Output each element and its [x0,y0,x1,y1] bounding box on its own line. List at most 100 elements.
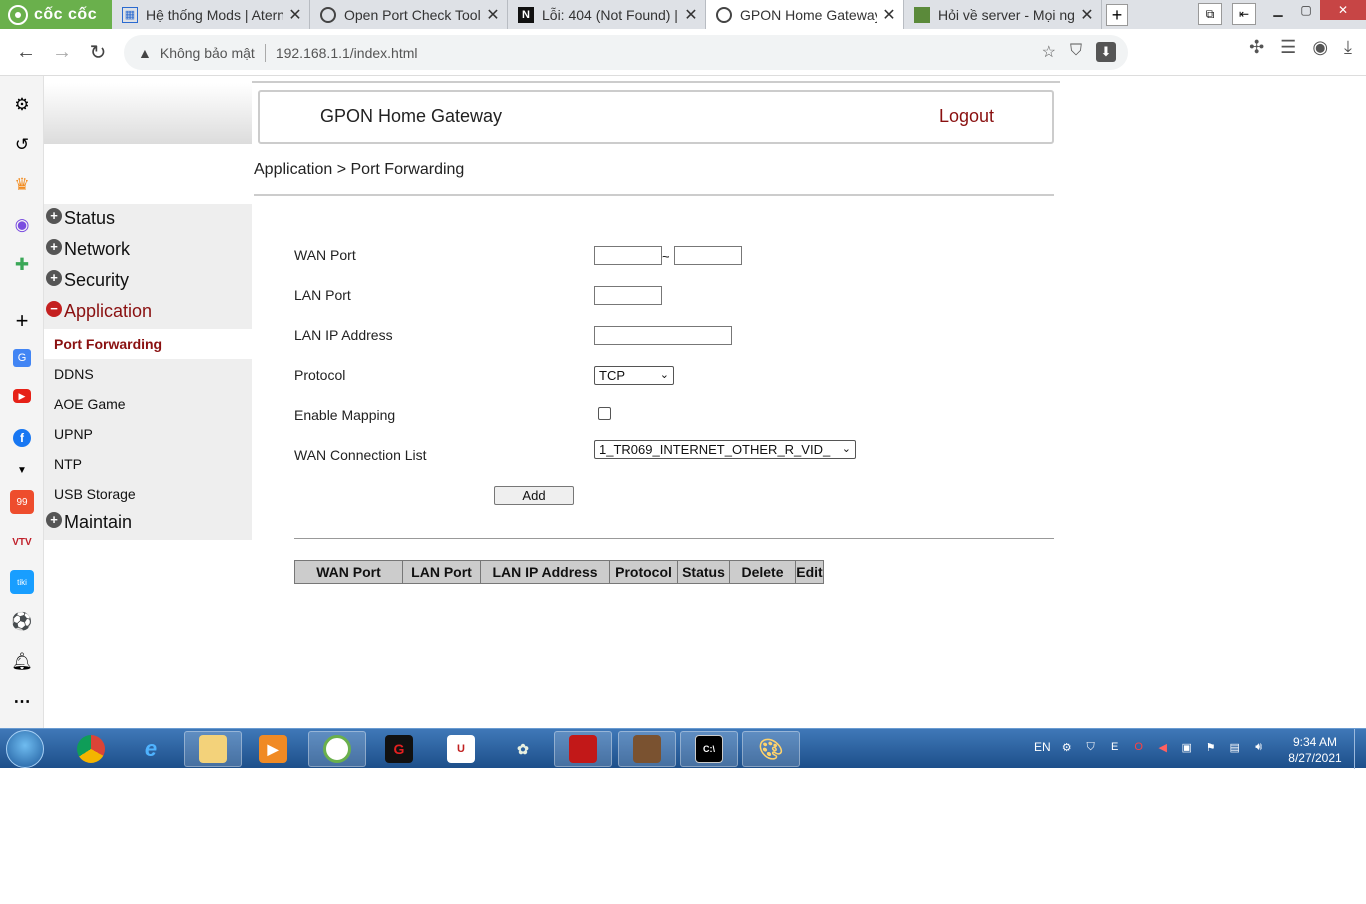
monitor-icon[interactable]: ▣ [1179,739,1195,755]
gamepad-icon[interactable]: ✚ [10,253,34,277]
start-button[interactable] [6,730,44,768]
window-close-icon[interactable]: ✕ [1320,0,1366,20]
close-icon[interactable]: ✕ [485,7,501,24]
submenu-upnp[interactable]: UPNP [44,419,252,449]
menu-maintain[interactable]: + Maintain [46,511,132,533]
submenu-aoe-game[interactable]: AOE Game [44,389,252,419]
submenu-ddns[interactable]: DDNS [44,359,252,389]
notification-bell-icon[interactable]: 🔔︎ [10,650,34,674]
aternos-favicon-icon: ▦ [122,6,138,23]
tiki-icon[interactable]: tiki [10,570,34,594]
submenu-ntp[interactable]: NTP [44,449,252,479]
taskbar-media[interactable]: ▶ [244,731,302,767]
menu-application[interactable]: − Application [46,300,152,322]
flag-icon[interactable]: ⚑ [1203,739,1219,755]
shopee-icon[interactable]: 99 [10,490,34,514]
taskbar-unikey[interactable]: U [432,731,490,767]
taskbar-red-block[interactable] [554,731,612,767]
messenger-icon[interactable]: ◉ [10,213,34,237]
google-translate-icon[interactable]: G [13,349,31,367]
plus-circle-icon: + [46,269,62,286]
protocol-select[interactable]: TCP ⌄ [594,366,674,385]
protocol-label: Protocol [294,367,346,383]
wan-connection-select[interactable]: 1_TR069_INTERNET_OTHER_R_VID_ ⌄ [594,440,856,459]
facebook-icon[interactable]: f [13,429,31,447]
youtube-icon[interactable]: ▶ [13,389,31,403]
language-indicator[interactable]: EN [1034,740,1051,754]
football-icon[interactable]: ⚽ [10,610,34,634]
close-icon[interactable]: ✕ [1079,7,1095,24]
lan-ip-label: LAN IP Address [294,327,393,343]
submenu-port-forwarding[interactable]: Port Forwarding [44,329,252,359]
taskbar-explorer[interactable] [184,731,242,767]
taskbar-chrome[interactable] [62,731,120,767]
menu-status[interactable]: + Status [46,207,116,229]
address-bar-icons: ☆ ⛉ ⬇ [1042,42,1116,62]
taskbar-paint-tree[interactable]: ✿ [494,731,552,767]
taskbar-minecraft[interactable] [618,731,676,767]
speaker-red-icon[interactable]: ◀ [1155,739,1171,755]
cast-icon[interactable]: ⧉ [1198,3,1222,25]
taskbar-paint[interactable]: 🎨︎ [742,731,800,767]
minimize-icon[interactable]: ▁ [1264,0,1292,20]
tab-mods[interactable]: ▦ Hệ thống Mods | Atern ✕ [112,0,310,29]
taskbar-cmd[interactable]: C:\ [680,731,738,767]
wan-port-end-input[interactable] [674,246,742,265]
add-icon[interactable]: + [10,308,34,333]
crown-icon[interactable]: ♛ [10,173,34,197]
menu-network[interactable]: + Network [46,238,130,260]
settings-gear-icon[interactable]: ⚙ [10,93,34,117]
maximize-icon[interactable]: ▢ [1292,0,1320,20]
browser-brand[interactable]: cốc cốc [0,0,112,29]
e-icon[interactable]: E [1107,739,1123,755]
wan-port-start-input[interactable] [594,246,662,265]
lan-ip-input[interactable] [594,326,732,345]
close-icon[interactable]: ✕ [683,7,699,24]
history-icon[interactable]: ↺ [10,133,34,157]
chevron-down-icon[interactable]: ▼ [10,458,34,482]
tab-server[interactable]: Hỏi về server - Mọi ng ✕ [904,0,1102,29]
shield-icon[interactable]: ⛉ [1070,42,1082,62]
add-button[interactable]: Add [494,486,574,505]
close-icon[interactable]: ✕ [287,7,303,24]
back-arrow-icon[interactable]: ← [8,34,44,70]
lan-port-input[interactable] [594,286,662,305]
new-tab-button[interactable]: + [1106,4,1128,26]
tab-open-port[interactable]: Open Port Check Tool ✕ [310,0,508,29]
submenu-usb-storage[interactable]: USB Storage [44,479,252,509]
extensions-puzzle-icon[interactable]: ✣ [1249,37,1264,58]
profile-icon[interactable]: ◉ [1312,37,1328,58]
taskbar-coccoc[interactable] [308,731,366,767]
plus-circle-icon: + [46,238,62,255]
address-bar[interactable]: ▲ Không bảo mật 192.168.1.1/index.html ☆… [124,35,1128,70]
system-clock[interactable]: 9:34 AM 8/27/2021 [1282,734,1348,766]
more-dots-icon[interactable]: ⋯ [10,690,34,714]
back-list-icon[interactable]: ⇤ [1232,3,1256,25]
steam-icon[interactable]: ⚙ [1059,739,1075,755]
reading-list-icon[interactable]: ☰ [1280,37,1296,58]
tab-strip-extras: ⧉ ⇤ [1198,3,1256,25]
download-icon[interactable]: ⬇ [1096,42,1116,62]
close-icon[interactable]: ✕ [881,7,897,24]
chevron-down-icon: ⌄ [659,369,669,381]
show-desktop-button[interactable] [1354,729,1366,769]
downloads-icon[interactable]: ⤓ [1344,37,1352,58]
menu-security[interactable]: + Security [46,269,129,291]
reload-icon[interactable]: ↻ [80,34,116,70]
forward-arrow-icon[interactable]: → [44,34,80,70]
menu-label: Status [64,208,116,228]
vtv-go-icon[interactable]: VTV [10,530,34,554]
defender-shield-icon[interactable]: ⛉ [1083,739,1099,755]
taskbar-ie[interactable]: e [122,731,180,767]
logout-link[interactable]: Logout [939,106,994,127]
url-text[interactable]: 192.168.1.1/index.html [276,45,418,61]
opera-icon[interactable]: O [1131,739,1147,755]
volume-icon[interactable]: 🔊︎ [1251,739,1267,755]
enable-mapping-checkbox[interactable] [598,407,611,420]
tab-gpon[interactable]: GPON Home Gateway ✕ [706,0,904,29]
network-icon[interactable]: ▤ [1227,739,1243,755]
bookmark-star-icon[interactable]: ☆ [1042,42,1056,62]
taskbar-garena[interactable]: G [370,731,428,767]
tab-404[interactable]: N Lỗi: 404 (Not Found) | ✕ [508,0,706,29]
plus-circle-icon: + [46,207,62,224]
